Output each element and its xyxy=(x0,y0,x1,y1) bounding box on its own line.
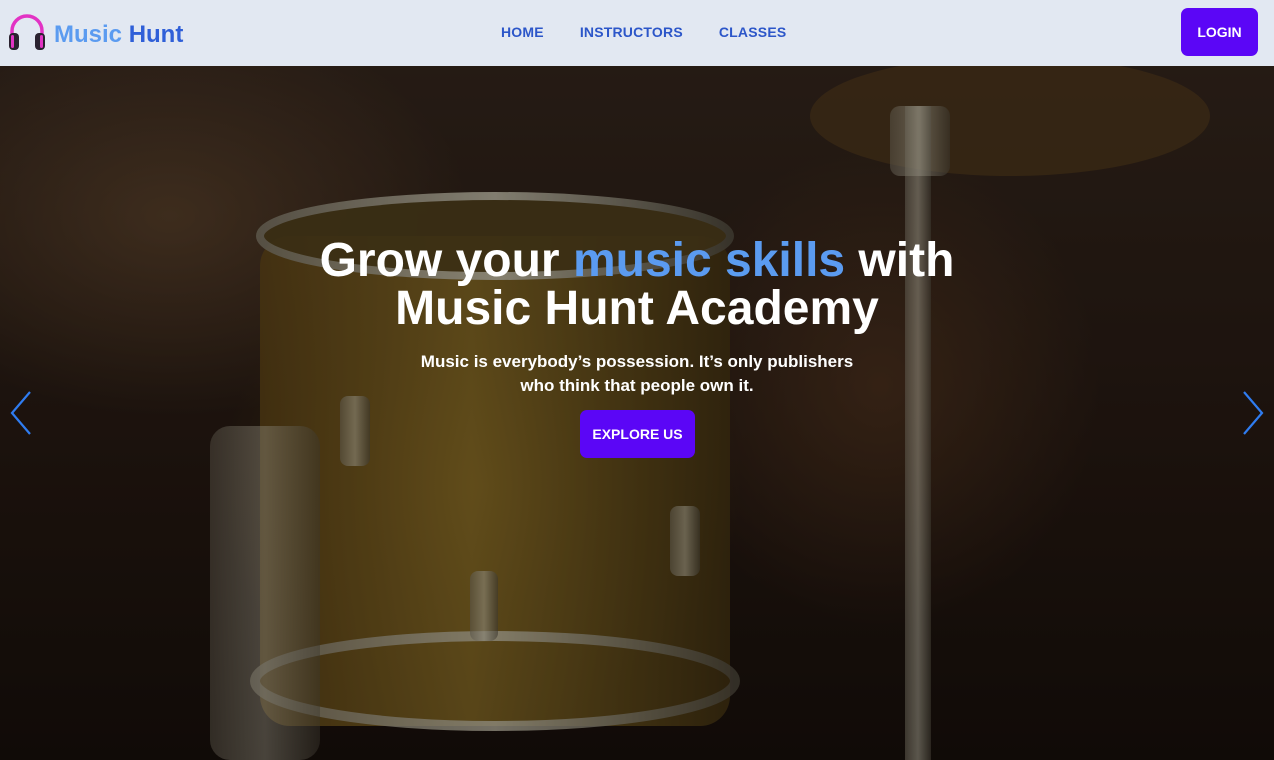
chevron-left-icon xyxy=(6,389,36,442)
headphones-icon xyxy=(6,11,48,58)
headline-post: with xyxy=(845,234,955,287)
brand-name-part2: Hunt xyxy=(128,20,184,48)
chevron-right-icon xyxy=(1238,389,1268,442)
hero-subtext: Music is everybody’s possession. It’s on… xyxy=(387,350,887,398)
carousel-next-button[interactable] xyxy=(1238,389,1268,442)
subtext-line1: Music is everybody’s possession. It’s on… xyxy=(420,352,854,371)
hero-headline: Grow your music skills with Music Hunt A… xyxy=(237,237,1037,333)
brand-name: Music Hunt xyxy=(54,20,184,48)
nav-instructors-link[interactable]: INSTRUCTORS xyxy=(580,24,683,40)
headline-line2: Music Hunt Academy xyxy=(395,282,879,335)
headline-pre: Grow your xyxy=(319,234,573,287)
login-button[interactable]: LOGIN xyxy=(1181,8,1258,56)
carousel-prev-button[interactable] xyxy=(6,389,36,442)
main-nav: HOME INSTRUCTORS CLASSES xyxy=(501,24,822,40)
subtext-line2: who think that people own it. xyxy=(520,376,754,395)
brand-logo-link[interactable]: Music Hunt xyxy=(6,11,183,58)
nav-home-link[interactable]: HOME xyxy=(501,24,544,40)
nav-classes-link[interactable]: CLASSES xyxy=(719,24,787,40)
navbar: Music Hunt HOME INSTRUCTORS CLASSES LOGI… xyxy=(0,0,1274,66)
explore-us-button[interactable]: EXPLORE US xyxy=(580,410,695,458)
headline-accent: music skills xyxy=(572,234,846,287)
hero-carousel: Grow your music skills with Music Hunt A… xyxy=(0,66,1274,760)
brand-name-part1: Music xyxy=(54,20,123,48)
